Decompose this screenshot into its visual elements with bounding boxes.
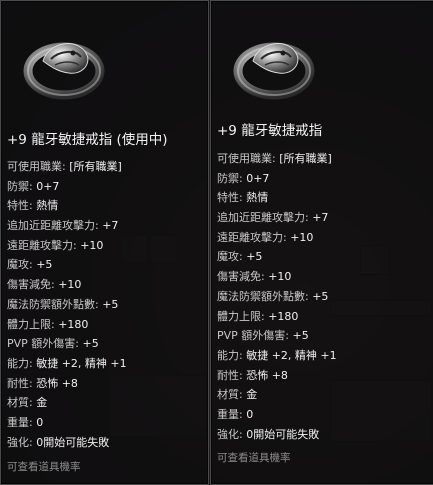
stat-row: 特性: 熱情: [217, 191, 269, 205]
item-tooltip-equipped: +9 龍牙敏捷戒指 (使用中) 可使用職業: [所有職業] 防禦: 0+7 特性…: [0, 0, 209, 485]
stat-row: 防禦: 0+7: [217, 171, 270, 185]
item-title: +9 龍牙敏捷戒指 (使用中): [7, 132, 168, 148]
stat-row: PVP 額外傷害: +5: [217, 329, 309, 343]
stat-row: 遠距離攻擊力: +10: [7, 238, 104, 252]
stat-row: 強化: 0開始可能失敗: [7, 435, 110, 449]
stat-row: PVP 額外傷害: +5: [7, 337, 99, 351]
view-probability-link[interactable]: 可查看道具機率: [217, 450, 291, 465]
item-stats-list: 可使用職業: [所有職業] 防禦: 0+7 特性: 熱情 追加近距離攻擊力: +…: [217, 149, 337, 444]
view-probability-link[interactable]: 可查看道具機率: [7, 459, 81, 474]
stat-row: 傷害減免: +10: [217, 270, 292, 284]
stat-row: 材質: 金: [7, 396, 48, 410]
stat-row: 材質: 金: [217, 388, 258, 402]
stat-row: 耐性: 恐怖 +8: [7, 376, 78, 390]
stat-row: 遠距離攻擊力: +10: [217, 230, 314, 244]
silver-dragon-ring-icon: [233, 42, 315, 100]
stat-row: 魔攻: +5: [217, 250, 263, 264]
stat-row: 體力上限: +180: [7, 317, 89, 331]
item-stats-list: 可使用職業: [所有職業] 防禦: 0+7 特性: 熱情 追加近距離攻擊力: +…: [7, 157, 127, 452]
stat-row: 能力: 敏捷 +2, 精神 +1: [217, 348, 337, 362]
stat-row: 重量: 0: [217, 407, 254, 421]
stat-row: 魔法防禦額外點數: +5: [217, 289, 329, 303]
stat-row: 能力: 敏捷 +2, 精神 +1: [7, 356, 127, 370]
silver-dragon-ring-icon: [23, 42, 105, 100]
stat-row: 追加近距離攻擊力: +7: [7, 219, 119, 233]
stat-row: 魔攻: +5: [7, 258, 53, 272]
stat-row: 特性: 熱情: [7, 199, 59, 213]
stat-row: 可使用職業: [所有職業]: [7, 160, 122, 173]
stat-row: 傷害減免: +10: [7, 278, 82, 292]
stat-row: 追加近距離攻擊力: +7: [217, 211, 329, 225]
item-tooltip-compare: +9 龍牙敏捷戒指 可使用職業: [所有職業] 防禦: 0+7 特性: 熱情 追…: [210, 0, 433, 485]
stat-row: 強化: 0開始可能失敗: [217, 427, 320, 441]
stat-row: 魔法防禦額外點數: +5: [7, 297, 119, 311]
stat-row: 耐性: 恐怖 +8: [217, 368, 288, 382]
stat-row: 可使用職業: [所有職業]: [217, 152, 332, 165]
stat-row: 重量: 0: [7, 415, 44, 429]
item-title: +9 龍牙敏捷戒指: [217, 123, 323, 139]
stat-row: 體力上限: +180: [217, 309, 299, 323]
stat-row: 防禦: 0+7: [7, 179, 60, 193]
